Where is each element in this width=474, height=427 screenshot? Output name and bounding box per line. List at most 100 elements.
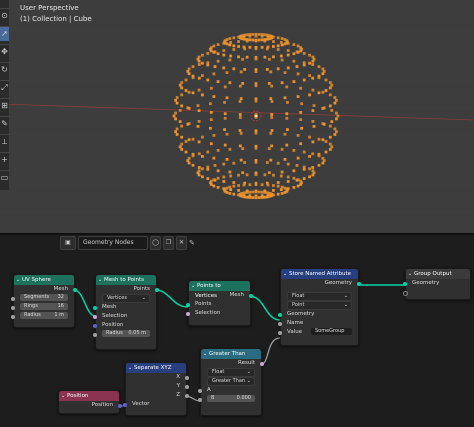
rotate-icon[interactable]: ↻ bbox=[0, 62, 9, 77]
node-group-output[interactable]: ⌄ Group Output Geometry bbox=[403, 268, 471, 300]
annotate-icon[interactable]: ✎ bbox=[0, 116, 9, 131]
socket-segments[interactable] bbox=[11, 296, 15, 301]
sphere-point bbox=[213, 50, 217, 54]
socket-name-in[interactable] bbox=[278, 321, 282, 326]
radius-field[interactable]: Radius 0.05 m bbox=[102, 330, 150, 337]
socket-z-out[interactable] bbox=[185, 393, 189, 398]
socket-label: Z bbox=[176, 392, 180, 398]
socket-mesh-out[interactable] bbox=[249, 293, 253, 298]
move-icon[interactable]: ✥ bbox=[0, 44, 9, 59]
mode-dropdown[interactable]: Vertices ⌄ bbox=[102, 294, 150, 303]
view-icon[interactable]: ⊙ bbox=[0, 8, 9, 23]
socket-points-in[interactable] bbox=[186, 302, 190, 307]
socket-geometry-in[interactable] bbox=[278, 312, 282, 317]
socket-a-in[interactable] bbox=[198, 388, 202, 393]
close-icon[interactable]: ✕ bbox=[176, 236, 187, 250]
sphere-point bbox=[209, 46, 213, 49]
input-vector: Vector bbox=[123, 400, 186, 409]
socket-geometry-in[interactable] bbox=[403, 281, 407, 286]
sphere-point bbox=[175, 127, 179, 131]
sphere-point bbox=[324, 89, 328, 92]
sphere-point bbox=[265, 161, 269, 164]
sphere-point bbox=[232, 161, 236, 165]
node-points-to-vertices[interactable]: ⌄ Points to Vertices Mesh Points Selectio… bbox=[186, 280, 253, 326]
sphere-point bbox=[285, 143, 289, 147]
sphere-point bbox=[238, 84, 242, 88]
socket-result-out[interactable] bbox=[260, 361, 264, 366]
sphere-point bbox=[197, 152, 201, 156]
cursor-icon[interactable]: ➚ bbox=[0, 26, 9, 41]
socket-mesh-in[interactable] bbox=[93, 305, 97, 310]
socket-position-out[interactable] bbox=[118, 403, 122, 408]
sphere-point bbox=[180, 142, 184, 146]
3d-viewport[interactable]: ⊙ ➚ ✥ ↻ ⤢ ⊞ ✎ ⟂ + ▭ User Perspective (1) Collecti… bbox=[0, 0, 474, 233]
node-header: ⌄ Points to Vertices bbox=[189, 281, 250, 299]
node-position[interactable]: ⌄ Position Position bbox=[58, 390, 122, 414]
sphere-point bbox=[260, 45, 264, 49]
sphere-point bbox=[311, 76, 315, 80]
type-dropdown[interactable]: Float ⌄ bbox=[287, 292, 352, 301]
sphere-point bbox=[201, 175, 204, 179]
add-icon[interactable]: + bbox=[0, 152, 9, 167]
radius-field[interactable]: Radius 1 m bbox=[20, 312, 68, 319]
node-separate-xyz[interactable]: ⌄ Separate XYZ X Y Z Vector bbox=[123, 362, 189, 416]
measure-icon[interactable]: ⟂ bbox=[0, 134, 9, 149]
node-store-named-attribute[interactable]: ⌄ Store Named Attribute Geometry Float ⌄ P… bbox=[278, 268, 361, 346]
socket-y-out[interactable] bbox=[185, 384, 189, 389]
sphere-point bbox=[222, 180, 226, 183]
sphere-point bbox=[174, 130, 177, 134]
socket-b-in[interactable] bbox=[198, 397, 202, 402]
sphere-point bbox=[328, 148, 332, 151]
sphere-point bbox=[201, 53, 204, 57]
extrude-icon[interactable]: ▭ bbox=[0, 170, 9, 185]
socket-points-out[interactable] bbox=[155, 287, 159, 292]
type-dropdown[interactable]: Float ⌄ bbox=[207, 368, 255, 377]
socket-geometry-out[interactable] bbox=[357, 281, 361, 286]
mode-dropdown[interactable]: Greater Than ⌄ bbox=[207, 377, 255, 386]
socket-radius[interactable] bbox=[93, 332, 97, 337]
output-result: Result bbox=[201, 359, 264, 368]
sphere-point bbox=[296, 134, 300, 137]
segments-field[interactable]: Segments 32 bbox=[20, 294, 68, 301]
sphere-point bbox=[191, 163, 195, 167]
socket-selection-in[interactable] bbox=[93, 314, 97, 319]
sphere-point bbox=[254, 196, 258, 200]
node-mesh-to-points[interactable]: ⌄ Mesh to Points Points Vertices ⌄ Mesh Se… bbox=[93, 274, 159, 350]
sphere-point bbox=[285, 39, 289, 43]
socket-radius[interactable] bbox=[11, 314, 15, 319]
socket-rings[interactable] bbox=[11, 305, 15, 310]
socket-vector-in[interactable] bbox=[123, 402, 127, 407]
rings-field[interactable]: Rings 16 bbox=[20, 303, 68, 310]
sphere-point bbox=[223, 143, 227, 147]
socket-label: Mesh bbox=[53, 286, 68, 292]
socket-label: Selection bbox=[102, 313, 128, 319]
scale-icon[interactable]: ⤢ bbox=[0, 80, 9, 95]
sphere-point bbox=[308, 61, 311, 65]
mode-row: Greater Than ⌄ bbox=[201, 377, 261, 386]
socket-value-in[interactable] bbox=[278, 330, 282, 335]
sphere-point bbox=[180, 135, 184, 139]
node-uv-sphere[interactable]: ⌄ UV Sphere Mesh Segments 32 Rings 16 Radiu… bbox=[11, 274, 77, 328]
socket-mesh-out[interactable] bbox=[73, 287, 77, 292]
rotate-icon-glyph: ↻ bbox=[1, 65, 8, 74]
node-tree-name-field[interactable]: Geometry Nodes bbox=[78, 236, 148, 250]
input-a: A bbox=[198, 386, 261, 395]
transform-icon[interactable]: ⊞ bbox=[0, 98, 9, 113]
socket-selection-in[interactable] bbox=[186, 311, 190, 316]
copy-icon[interactable]: ❐ bbox=[163, 236, 174, 250]
domain-dropdown[interactable]: Point ⌄ bbox=[287, 301, 352, 310]
sphere-point bbox=[260, 190, 264, 194]
socket-position-in[interactable] bbox=[93, 323, 97, 328]
shield-icon[interactable]: ◯ bbox=[150, 236, 161, 250]
editor-type-icon[interactable]: ▣ bbox=[60, 236, 76, 250]
node-title: Store Named Attribute bbox=[289, 271, 352, 277]
b-field[interactable]: B 0.000 bbox=[207, 395, 255, 402]
sphere-point bbox=[225, 71, 229, 74]
pin-icon[interactable]: ✎ bbox=[189, 239, 198, 247]
sphere-point bbox=[333, 96, 337, 99]
socket-x-out[interactable] bbox=[185, 375, 189, 380]
field-label: B bbox=[211, 395, 215, 401]
input-selection: Selection bbox=[186, 309, 250, 318]
socket-empty-in[interactable] bbox=[403, 290, 408, 296]
node-greater-than[interactable]: ⌄ Greater Than Result Float ⌄ Greater Than… bbox=[198, 348, 264, 416]
